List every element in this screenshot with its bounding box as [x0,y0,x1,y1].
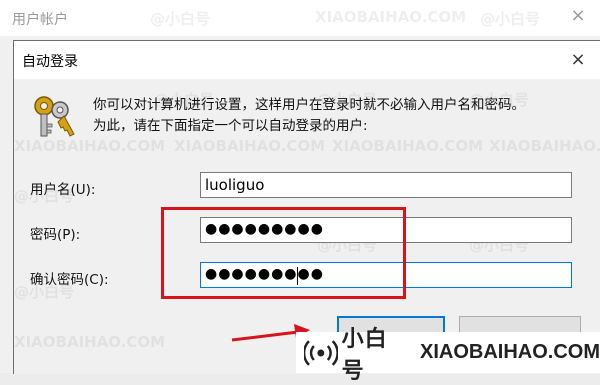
parent-close-icon[interactable]: × [568,6,588,26]
site-logo-banner: 小白号 XIAOBAIHAO.COM [296,327,600,384]
logo-text-cn: 小白号 [341,326,388,384]
description-line-1: 你可以对计算机进行设置，这样用户在登录时就不必输入用户名和密码。 [93,97,525,113]
username-label: 用户名(U): [30,182,96,198]
dialog-description: 你可以对计算机进行设置，这样用户在登录时就不必输入用户名和密码。 为此，请在下面… [93,95,593,137]
dialog-close-icon[interactable]: × [567,49,589,71]
keys-icon [34,96,75,137]
annotation-highlight-box [161,207,406,299]
dialog-titlebar: 自动登录 × [14,41,600,79]
watermark-text: XIAOBAIHAO.COM [174,137,326,155]
description-line-2: 为此，请在下面指定一个可以自动登录的用户: [93,118,368,134]
password-label: 密码(P): [30,227,81,243]
parent-titlebar: 用户帐户 × [0,0,600,36]
watermark-text: XIAOBAIHAO.COM [489,137,600,155]
username-field[interactable]: luoliguo [200,172,572,198]
confirm-password-label: 确认密码(C): [30,272,109,288]
dialog-title: 自动登录 [22,54,78,70]
username-value: luoliguo [205,176,265,194]
watermark-text: XIAOBAIHAO.COM [332,137,484,155]
logo-text-en: XIAOBAIHAO.COM [420,341,600,363]
watermark-text: XIAOBAIHAO.COM [14,333,166,351]
broadcast-logo-icon [304,339,338,366]
parent-window-title: 用户帐户 [12,12,68,28]
